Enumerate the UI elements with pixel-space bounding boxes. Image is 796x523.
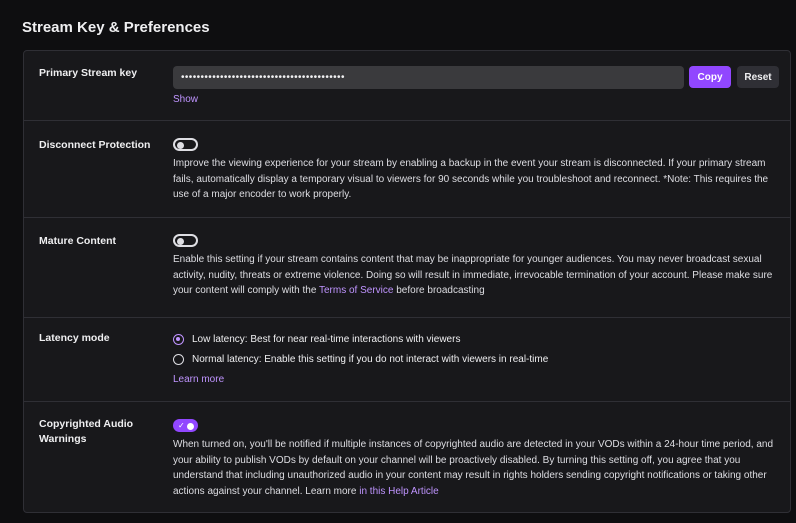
mature-content-toggle[interactable]	[173, 234, 198, 247]
mature-content-row: Mature Content Enable this setting if yo…	[24, 218, 790, 318]
copy-button[interactable]: Copy	[689, 66, 731, 88]
help-article-link[interactable]: in this Help Article	[359, 486, 438, 497]
mature-content-text-end: before broadcasting	[393, 285, 485, 296]
latency-mode-label: Latency mode	[39, 332, 110, 344]
normal-latency-radio[interactable]	[173, 353, 184, 365]
low-latency-option[interactable]: Low latency: Best for near real-time int…	[173, 332, 460, 346]
stream-key-row: Primary Stream key •••••••••••••••••••••…	[24, 51, 790, 121]
reset-button[interactable]: Reset	[737, 66, 779, 88]
mature-content-label: Mature Content	[39, 235, 116, 247]
toggle-knob	[177, 238, 184, 245]
stream-key-field[interactable]: ••••••••••••••••••••••••••••••••••••••••…	[173, 66, 684, 89]
check-icon: ✓	[178, 421, 185, 430]
show-key-link[interactable]: Show	[173, 94, 198, 105]
normal-latency-label: Normal latency: Enable this setting if y…	[192, 353, 549, 365]
learn-more-link[interactable]: Learn more	[173, 374, 224, 385]
page: Stream Key & Preferences Primary Stream …	[0, 0, 796, 523]
toggle-knob	[187, 423, 194, 430]
copyrighted-audio-row: Copyrighted Audio Warnings ✓ When turned…	[24, 402, 790, 512]
mature-content-description: Enable this setting if your stream conta…	[173, 252, 776, 299]
toggle-knob	[177, 142, 184, 149]
terms-of-service-link[interactable]: Terms of Service	[319, 285, 393, 296]
stream-key-label: Primary Stream key	[39, 67, 138, 79]
disconnect-protection-toggle[interactable]	[173, 138, 198, 151]
page-title: Stream Key & Preferences	[22, 19, 210, 36]
stream-key-content: ••••••••••••••••••••••••••••••••••••••••…	[173, 66, 779, 116]
disconnect-protection-label: Disconnect Protection	[39, 139, 151, 151]
low-latency-radio[interactable]	[173, 333, 184, 345]
disconnect-protection-description: Improve the viewing experience for your …	[173, 158, 769, 200]
disconnect-protection-row: Disconnect Protection Improve the viewin…	[24, 121, 790, 218]
normal-latency-option[interactable]: Normal latency: Enable this setting if y…	[173, 352, 548, 366]
low-latency-label: Low latency: Best for near real-time int…	[192, 333, 461, 345]
settings-panel: Primary Stream key •••••••••••••••••••••…	[23, 50, 791, 513]
copyrighted-audio-description: When turned on, you'll be notified if mu…	[173, 437, 776, 499]
latency-mode-row: Latency mode Low latency: Best for near …	[24, 318, 790, 402]
copyrighted-audio-toggle[interactable]: ✓	[173, 419, 198, 432]
copyrighted-audio-label: Copyrighted Audio Warnings	[39, 418, 134, 445]
copyrighted-audio-text: When turned on, you'll be notified if mu…	[173, 439, 774, 497]
